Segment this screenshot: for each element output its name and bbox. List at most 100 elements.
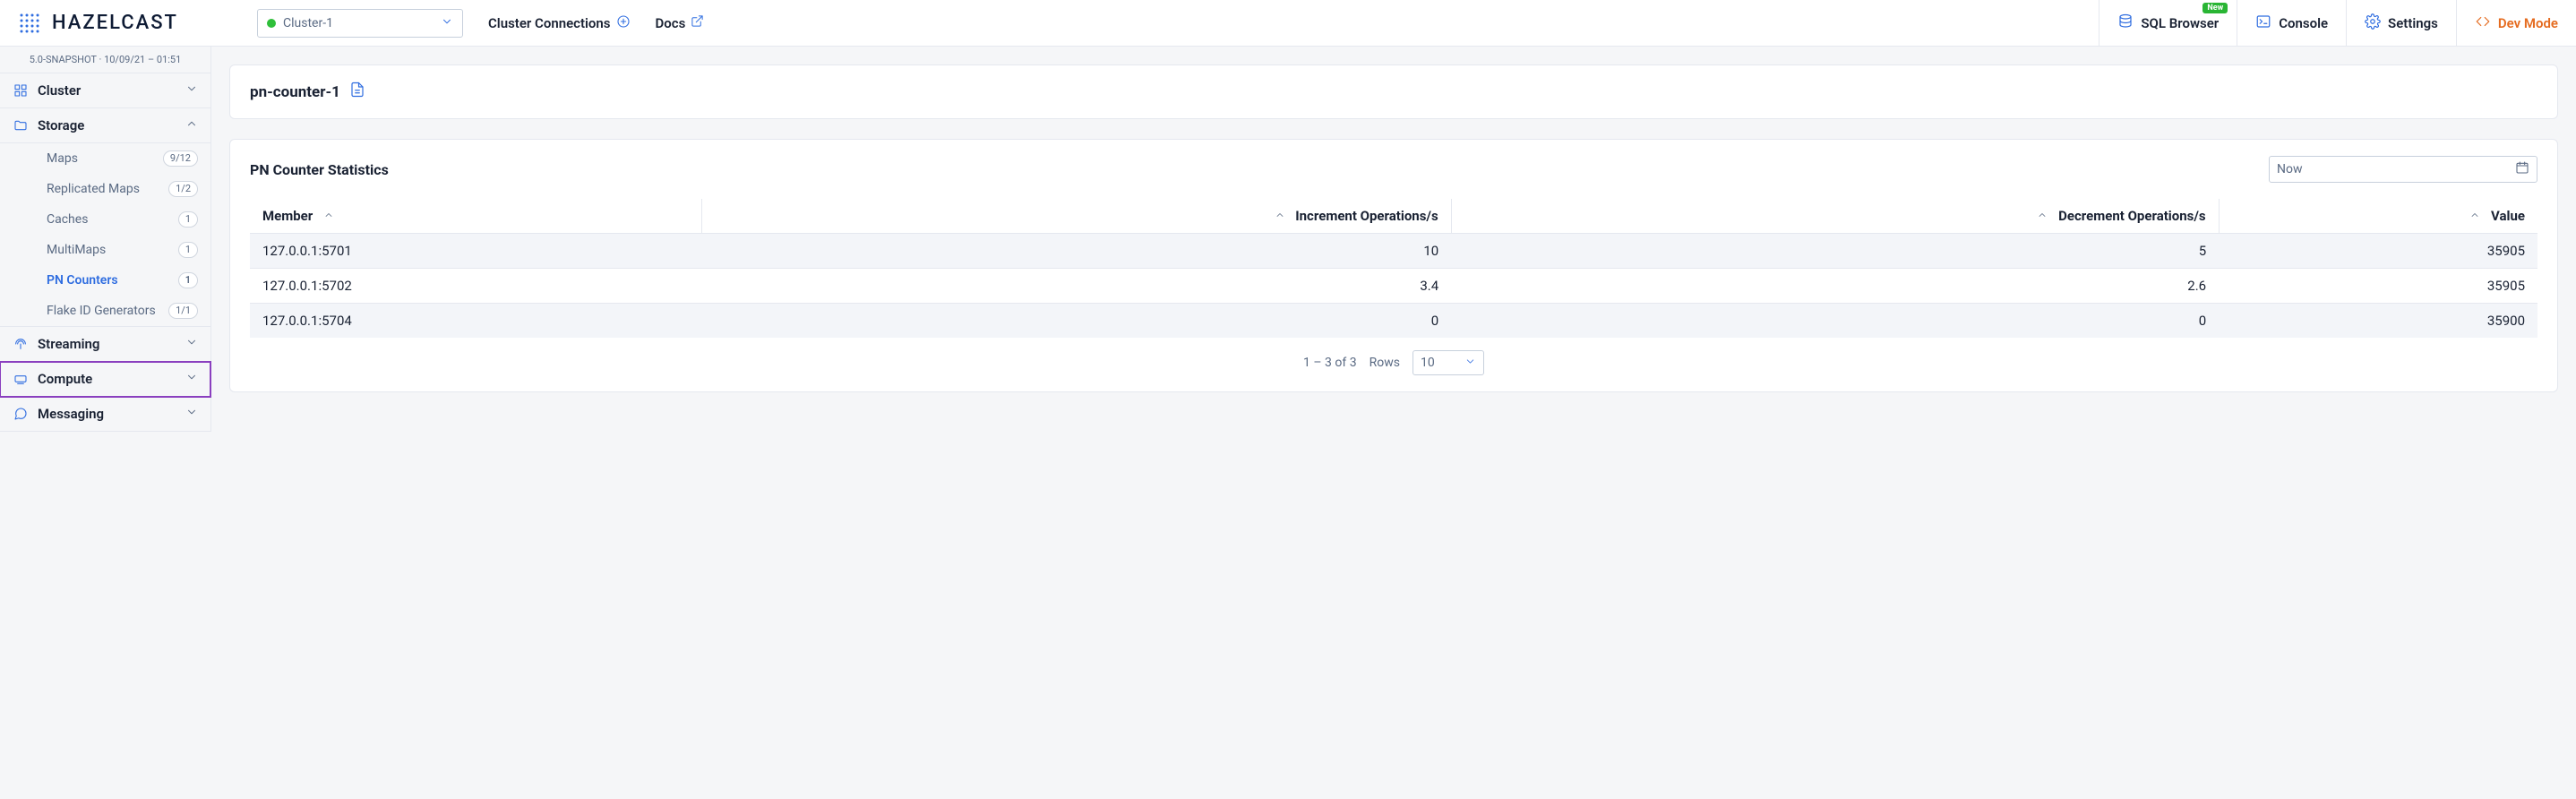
topbar: HAZELCAST Cluster-1 Cluster Connections … (0, 0, 2576, 47)
sidebar: 5.0-SNAPSHOT · 10/09/21 – 01:51 Cluster … (0, 47, 211, 432)
chevron-up-icon (185, 117, 198, 133)
tool-label: Console (2279, 15, 2328, 31)
cell-dec: 5 (1451, 234, 2219, 269)
version-line: 5.0-SNAPSHOT · 10/09/21 – 01:51 (0, 47, 210, 73)
sidebar-item-label: Maps (47, 151, 78, 166)
cell-inc: 0 (701, 304, 1451, 339)
chevron-down-icon (185, 371, 198, 387)
rows-value: 10 (1421, 356, 1435, 370)
logo-area: HAZELCAST (16, 10, 236, 37)
sidebar-item-pn-counters[interactable]: PN Counters 1 (0, 265, 210, 296)
rows-per-page-picker[interactable]: 10 (1413, 350, 1484, 375)
console-button[interactable]: Console (2237, 0, 2346, 47)
group-label: Compute (38, 371, 92, 387)
sidebar-item-label: Flake ID Generators (47, 304, 156, 318)
sidebar-item-badge: 1/1 (168, 303, 198, 319)
cell-dec: 2.6 (1451, 269, 2219, 304)
statistics-card: PN Counter Statistics Now Member (229, 139, 2558, 392)
chevron-down-icon (441, 14, 453, 31)
tool-label: Dev Mode (2498, 15, 2558, 31)
cell-dec: 0 (1451, 304, 2219, 339)
sort-asc-icon (323, 208, 334, 224)
cell-member: 127.0.0.1:5701 (250, 234, 701, 269)
rows-label: Rows (1370, 356, 1400, 370)
new-badge: New (2202, 3, 2228, 13)
page-title: pn-counter-1 (250, 83, 340, 101)
table-footer: 1 – 3 of 3 Rows 10 (250, 338, 2537, 375)
dev-mode-button[interactable]: Dev Mode (2456, 0, 2576, 47)
col-decrement[interactable]: Decrement Operations/s (1451, 199, 2219, 234)
gear-icon (2365, 13, 2381, 33)
pager-range: 1 – 3 of 3 (1303, 356, 1357, 370)
link-label: Docs (656, 15, 686, 31)
title-card: pn-counter-1 (229, 64, 2558, 119)
section-title: PN Counter Statistics (250, 161, 389, 178)
cluster-name: Cluster-1 (283, 16, 441, 30)
sidebar-item-replicated-maps[interactable]: Replicated Maps 1/2 (0, 174, 210, 204)
table-row: 127.0.0.1:5701 10 5 35905 (250, 234, 2537, 269)
link-label: Cluster Connections (488, 15, 611, 31)
document-icon[interactable] (349, 82, 365, 102)
sidebar-item-badge: 1/2 (168, 181, 198, 197)
cell-value: 35905 (2219, 234, 2537, 269)
cell-inc: 3.4 (701, 269, 1451, 304)
col-label: Decrement Operations/s (2058, 208, 2205, 224)
content: pn-counter-1 PN Counter Statistics Now (211, 47, 2576, 432)
database-icon (2117, 13, 2134, 33)
time-picker[interactable]: Now (2269, 156, 2537, 183)
col-member[interactable]: Member (250, 199, 701, 234)
nav-group-messaging[interactable]: Messaging (0, 397, 210, 432)
group-label: Streaming (38, 336, 99, 352)
nav-group-streaming[interactable]: Streaming (0, 326, 210, 362)
calendar-icon (2515, 160, 2529, 178)
cell-member: 127.0.0.1:5704 (250, 304, 701, 339)
col-value[interactable]: Value (2219, 199, 2537, 234)
nav-group-compute[interactable]: Compute (0, 362, 210, 397)
col-label: Member (262, 208, 313, 224)
sidebar-item-flake-id-generators[interactable]: Flake ID Generators 1/1 (0, 296, 210, 326)
cell-value: 35900 (2219, 304, 2537, 339)
grid-icon (13, 83, 29, 98)
hazelcast-logo-icon (16, 10, 43, 37)
plus-circle-icon (616, 14, 631, 32)
status-dot-icon (267, 19, 276, 28)
streaming-icon (13, 337, 29, 351)
sidebar-item-badge: 9/12 (163, 150, 198, 167)
compute-icon (13, 372, 29, 386)
external-link-icon (691, 14, 704, 31)
messaging-icon (13, 407, 29, 421)
chevron-down-icon (1464, 356, 1476, 371)
col-label: Value (2491, 208, 2525, 224)
cell-value: 35905 (2219, 269, 2537, 304)
sidebar-item-multimaps[interactable]: MultiMaps 1 (0, 235, 210, 265)
nav-group-cluster[interactable]: Cluster (0, 73, 210, 108)
group-label: Cluster (38, 82, 81, 99)
sidebar-item-badge: 1 (178, 211, 198, 228)
cell-inc: 10 (701, 234, 1451, 269)
col-label: Increment Operations/s (1295, 208, 1438, 224)
sidebar-item-caches[interactable]: Caches 1 (0, 204, 210, 235)
nav-group-storage[interactable]: Storage (0, 108, 210, 143)
cluster-connections-link[interactable]: Cluster Connections (488, 14, 631, 32)
tool-label: Settings (2388, 15, 2438, 31)
table-row: 127.0.0.1:5702 3.4 2.6 35905 (250, 269, 2537, 304)
sort-asc-icon (1275, 208, 1285, 224)
right-tools: New SQL Browser Console Settings Dev Mod… (2099, 0, 2576, 47)
tool-label: SQL Browser (2141, 15, 2219, 31)
sidebar-item-label: MultiMaps (47, 243, 106, 257)
cell-member: 127.0.0.1:5702 (250, 269, 701, 304)
cluster-picker[interactable]: Cluster-1 (257, 9, 463, 38)
terminal-icon (2255, 13, 2271, 33)
settings-button[interactable]: Settings (2346, 0, 2456, 47)
time-value: Now (2277, 162, 2303, 176)
top-links: Cluster Connections Docs (488, 14, 704, 32)
sidebar-item-maps[interactable]: Maps 9/12 (0, 143, 210, 174)
sort-asc-icon (2037, 208, 2048, 224)
code-icon (2475, 13, 2491, 33)
sidebar-item-label: Caches (47, 212, 88, 227)
sql-browser-button[interactable]: New SQL Browser (2099, 0, 2237, 47)
sidebar-item-badge: 1 (178, 272, 198, 288)
sidebar-item-label: Replicated Maps (47, 182, 140, 196)
docs-link[interactable]: Docs (656, 14, 705, 31)
col-increment[interactable]: Increment Operations/s (701, 199, 1451, 234)
